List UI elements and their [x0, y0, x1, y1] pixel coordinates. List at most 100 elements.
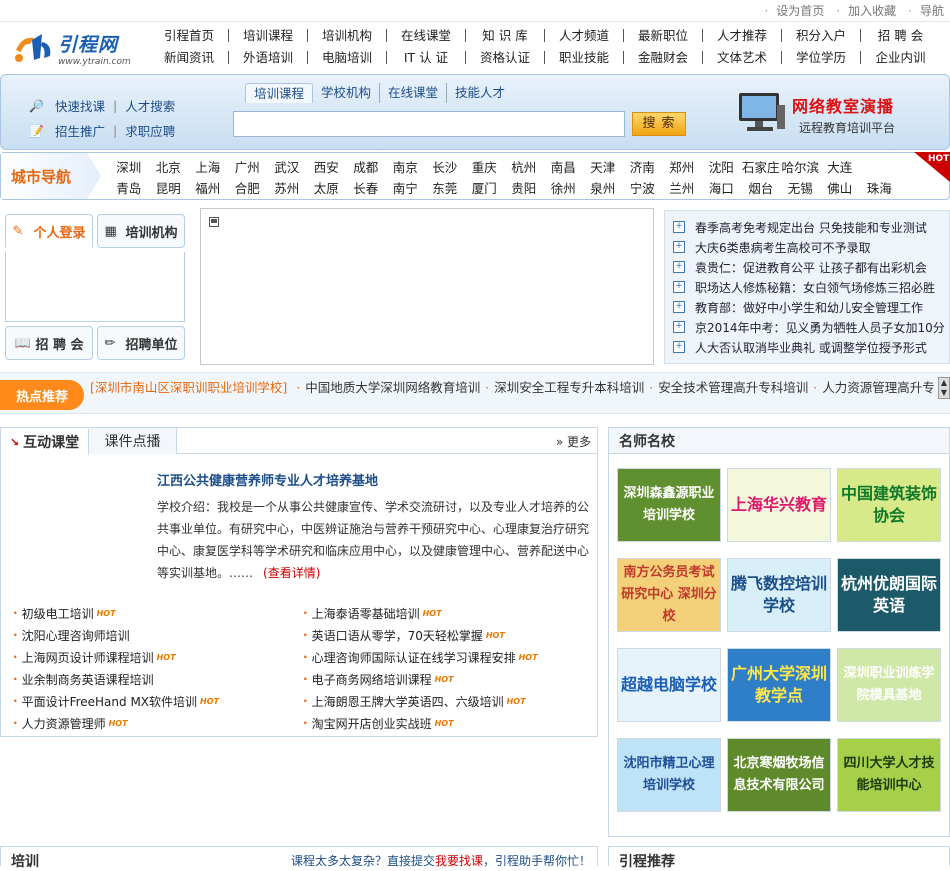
city-link[interactable]: 苏州 [267, 178, 307, 197]
nav-link[interactable]: 文体艺术 [703, 50, 782, 64]
hot-item-first[interactable]: [深圳市南山区深职训职业培训学校] [90, 380, 287, 395]
city-link[interactable]: 南京 [386, 157, 426, 176]
city-link[interactable]: 天津 [583, 157, 623, 176]
hot-item[interactable]: 中国地质大学深圳网络教育培训 [305, 380, 480, 395]
news-item[interactable]: 人大否认取消毕业典礼 或调整学位授予形式 [673, 337, 949, 357]
city-link[interactable]: 兰州 [662, 178, 702, 197]
course-item[interactable]: 沈阳心理咨询师培训 [13, 624, 303, 646]
city-link[interactable]: 济南 [623, 157, 663, 176]
course-item[interactable]: 人力资源管理师HOT [13, 712, 303, 734]
nav-link[interactable]: 电脑培训 [308, 50, 387, 64]
nav-link[interactable]: 企业内训 [861, 51, 940, 64]
search-button[interactable]: 搜索 [632, 112, 686, 136]
city-link[interactable]: 昆明 [149, 178, 189, 197]
city-link[interactable]: 上海 [188, 157, 228, 176]
course-item[interactable]: 上海泰语零基础培训HOT [303, 602, 593, 624]
city-link[interactable]: 重庆 [465, 157, 505, 176]
nav-link[interactable]: 新闻资讯 [150, 50, 229, 64]
news-item[interactable]: 春季高考免考规定出台 只免技能和专业测试 [673, 217, 949, 237]
school-logo-card[interactable]: 沈阳市精卫心理培训学校 [617, 738, 721, 812]
school-logo-card[interactable]: 超越电脑学校 [617, 648, 721, 722]
city-link[interactable]: 东莞 [425, 178, 465, 197]
city-link[interactable]: 珠海 [860, 178, 900, 197]
school-logo-card[interactable]: 腾飞数控培训学校 [727, 558, 831, 632]
city-link[interactable]: 北京 [149, 157, 189, 176]
job-apply-link[interactable]: 求职应聘 [125, 121, 175, 140]
add-favorite-link[interactable]: 加入收藏 [836, 2, 896, 19]
course-item[interactable]: 英语口语从零学，70天轻松掌握HOT [303, 624, 593, 646]
school-logo-card[interactable]: 四川大学人才技能培训中心 [837, 738, 941, 812]
employer-button[interactable]: ✏ 招聘单位 [97, 326, 185, 360]
city-link[interactable]: 青岛 [109, 178, 149, 197]
course-item[interactable]: 初级电工培训HOT [13, 602, 303, 624]
search-tab-online[interactable]: 在线课堂 [380, 83, 448, 103]
view-detail-link[interactable]: (查看详情) [263, 566, 320, 580]
city-link[interactable]: 佛山 [820, 178, 860, 197]
city-link[interactable]: 沈阳 [702, 157, 742, 176]
course-item[interactable]: 心理咨询师国际认证在线学习课程安排HOT [303, 646, 593, 668]
city-link[interactable]: 深圳 [109, 157, 149, 176]
nav-link[interactable]: 最新职位 [624, 28, 703, 42]
nav-link[interactable]: 培训机构 [308, 28, 387, 42]
school-logo-card[interactable]: 深圳职业训练学院模具基地 [837, 648, 941, 722]
school-title[interactable]: 江西公共健康营养师专业人才培养基地 [157, 470, 378, 489]
hot-item[interactable]: 深圳安全工程专升本科培训 [494, 380, 644, 395]
talent-search-link[interactable]: 人才搜索 [125, 96, 175, 115]
org-login-tab[interactable]: ▦ 培训机构 [97, 214, 185, 248]
search-tab-schools[interactable]: 学校机构 [313, 83, 381, 103]
city-link[interactable]: 石家庄 [741, 157, 781, 176]
city-link[interactable]: 太原 [307, 178, 347, 197]
school-logo-card[interactable]: 深圳森鑫源职业培训学校 [617, 468, 721, 542]
enrollment-promo-link[interactable]: 招生推广 [55, 121, 105, 140]
nav-link[interactable]: 外语培训 [229, 50, 308, 64]
news-item[interactable]: 大庆6类患病考生高校可不予录取 [673, 237, 949, 257]
search-tab-courses[interactable]: 培训课程 [245, 83, 314, 103]
course-item[interactable]: 电子商务网络培训课程HOT [303, 668, 593, 690]
news-item[interactable]: 京2014年中考：见义勇为牺牲人员子女加10分 [673, 317, 949, 337]
city-link[interactable]: 成都 [346, 157, 386, 176]
city-link[interactable]: 烟台 [741, 178, 781, 197]
quick-course-link[interactable]: 快速找课 [55, 96, 105, 115]
nav-link[interactable]: 人才推荐 [703, 28, 782, 42]
course-item[interactable]: 上海朗恩王牌大学英语四、六级培训HOT [303, 690, 593, 712]
school-logo-card[interactable]: 广州大学深圳教学点 [727, 648, 831, 722]
city-link[interactable]: 西安 [307, 157, 347, 176]
search-input[interactable] [233, 111, 625, 137]
site-logo[interactable]: 引程网 www.ytrain.com [12, 26, 142, 70]
banner-image-area[interactable] [200, 208, 654, 365]
city-link[interactable]: 武汉 [267, 157, 307, 176]
hot-item[interactable]: 人力资源管理高升专、专 [822, 380, 935, 395]
city-link[interactable]: 贵阳 [504, 178, 544, 197]
nav-link[interactable]: 培训课程 [229, 28, 308, 42]
city-link[interactable]: 泉州 [583, 178, 623, 197]
nav-link[interactable]: 人才频道 [545, 28, 624, 42]
course-item[interactable]: 上海网页设计师课程培训HOT [13, 646, 303, 668]
nav-link[interactable]: 资格认证 [466, 50, 545, 64]
nav-link[interactable]: 招 聘 会 [861, 29, 940, 42]
school-logo-card[interactable]: 北京寒烟牧场信息技术有限公司 [727, 738, 831, 812]
hot-item[interactable]: 安全技术管理高升专科培训 [658, 380, 808, 395]
nav-link[interactable]: 职业技能 [545, 50, 624, 64]
school-logo-card[interactable]: 杭州优朗国际英语 [837, 558, 941, 632]
news-item[interactable]: 职场达人修炼秘籍：女白领气场修炼三招必胜 [673, 277, 949, 297]
nav-link[interactable]: 知 识 库 [466, 28, 545, 42]
city-link[interactable]: 南昌 [544, 157, 584, 176]
school-logo-card[interactable]: 上海华兴教育 [727, 468, 831, 542]
city-link[interactable]: 长春 [346, 178, 386, 197]
city-link[interactable]: 厦门 [465, 178, 505, 197]
city-link[interactable]: 海口 [702, 178, 742, 197]
sitemap-link[interactable]: 导航 [908, 2, 944, 19]
city-link[interactable]: 杭州 [504, 157, 544, 176]
city-link[interactable]: 哈尔滨 [781, 157, 821, 176]
city-link[interactable]: 郑州 [662, 157, 702, 176]
city-link[interactable]: 无锡 [781, 178, 821, 197]
course-item[interactable]: 平面设计FreeHand MX软件培训HOT [13, 690, 303, 712]
city-link[interactable]: 合肥 [228, 178, 268, 197]
course-item[interactable]: 业余制商务英语课程培训 [13, 668, 303, 690]
personal-login-tab[interactable]: ✎ 个人登录 [5, 214, 93, 248]
city-link[interactable]: 徐州 [544, 178, 584, 197]
news-item[interactable]: 教育部：做好中小学生和幼儿安全管理工作 [673, 297, 949, 317]
online-classroom-promo[interactable]: 网络教室演播 远程教育培训平台 [737, 85, 927, 141]
city-link[interactable]: 大连 [820, 157, 860, 176]
nav-link[interactable]: 积分入户 [782, 28, 861, 42]
